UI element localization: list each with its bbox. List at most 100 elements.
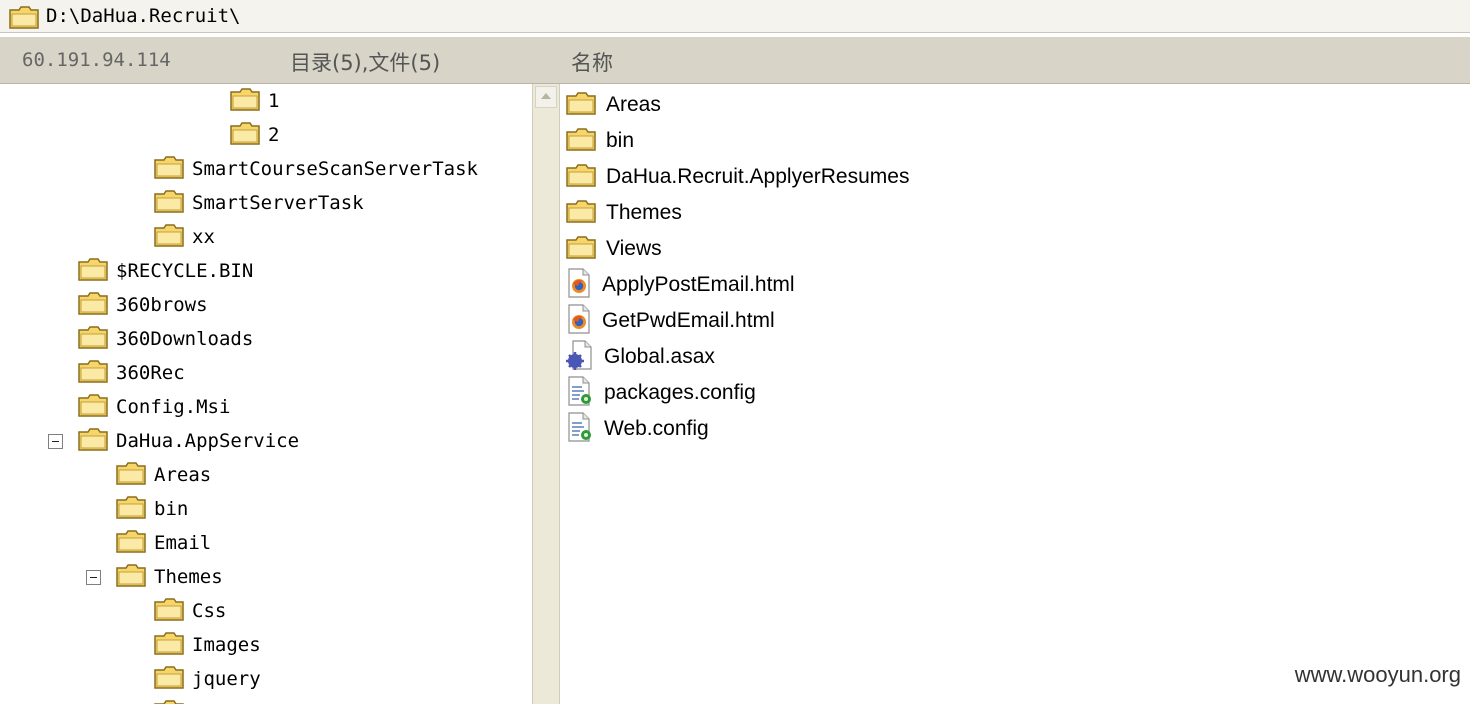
html-file-icon: [566, 304, 592, 338]
tree-item[interactable]: 360brows: [78, 288, 208, 322]
tree-item-label: SmartCourseScanServerTask: [192, 158, 478, 180]
scroll-up-button[interactable]: [535, 86, 557, 108]
html-file-icon: [566, 268, 592, 302]
tree-item[interactable]: bin: [116, 492, 188, 526]
tree-item-label: $RECYCLE.BIN: [116, 260, 254, 282]
folder-icon: [78, 290, 108, 320]
tree-item-label: DaHua.AppService: [116, 430, 300, 452]
tree-item[interactable]: Config.Msi: [78, 390, 230, 424]
path-text[interactable]: D:\DaHua.Recruit\: [46, 5, 240, 27]
file-name: Web.config: [604, 417, 709, 440]
file-list-item[interactable]: Themes: [566, 196, 682, 230]
tree-item-label: Areas: [154, 464, 212, 486]
folder-icon: [154, 222, 184, 252]
tree-item[interactable]: 2: [230, 118, 279, 152]
file-name: Global.asax: [604, 345, 715, 368]
file-name: bin: [606, 129, 635, 152]
folder-icon: [566, 126, 596, 156]
tree-item[interactable]: 1: [230, 84, 279, 118]
file-name: Areas: [606, 93, 661, 116]
folder-icon: [230, 86, 260, 116]
folder-icon: [116, 528, 146, 558]
tree-item[interactable]: Css: [154, 594, 226, 628]
tree-item[interactable]: $RECYCLE.BIN: [78, 254, 253, 288]
file-list-item[interactable]: Web.config: [566, 412, 709, 446]
tree-item[interactable]: xx: [154, 220, 215, 254]
tree-item-label: 2: [268, 124, 280, 146]
tree-item[interactable]: [154, 696, 192, 704]
tree-item[interactable]: 360Rec: [78, 356, 185, 390]
file-name: packages.config: [604, 381, 756, 404]
file-list-item[interactable]: GetPwdEmail.html: [566, 304, 775, 338]
file-list-item[interactable]: Global.asax: [566, 340, 715, 374]
folder-icon: [566, 90, 596, 120]
path-bar: D:\DaHua.Recruit\: [0, 0, 1470, 33]
tree-item[interactable]: jquery: [154, 662, 261, 696]
file-list-item[interactable]: ApplyPostEmail.html: [566, 268, 795, 302]
file-name: ApplyPostEmail.html: [602, 273, 795, 296]
folder-icon: [154, 154, 184, 184]
folder-icon: [78, 392, 108, 422]
folder-icon: [78, 256, 108, 286]
folder-icon: [154, 596, 184, 626]
tree-item-label: Email: [154, 532, 212, 554]
folder-icon: [154, 188, 184, 218]
tree-item-label: bin: [154, 498, 189, 520]
tree-item-label: xx: [192, 226, 215, 248]
file-name: Themes: [606, 201, 682, 224]
host-address: 60.191.94.114: [22, 49, 171, 71]
tree-item[interactable]: SmartServerTask: [154, 186, 364, 220]
tree-item-label: 360brows: [116, 294, 208, 316]
file-list-item[interactable]: DaHua.Recruit.ApplyerResumes: [566, 160, 909, 194]
folder-icon: [78, 324, 108, 354]
collapse-toggle[interactable]: [86, 570, 101, 585]
tree-item-label: jquery: [192, 668, 261, 690]
tree-item-label: Images: [192, 634, 261, 656]
watermark: www.wooyun.org: [1294, 662, 1461, 687]
asax-file-icon: [566, 340, 594, 374]
tree-item-label: 360Downloads: [116, 328, 254, 350]
folder-icon: [78, 358, 108, 388]
file-list-item[interactable]: Views: [566, 232, 662, 266]
folder-icon: [154, 630, 184, 660]
tree-item-label: Themes: [154, 566, 223, 588]
folder-icon: [154, 664, 184, 694]
folder-icon: [154, 698, 184, 704]
tree-item-label: 1: [268, 90, 280, 112]
config-file-icon: [566, 412, 594, 446]
folder-icon: [230, 120, 260, 150]
file-name: Views: [606, 237, 662, 260]
file-name: DaHua.Recruit.ApplyerResumes: [606, 165, 910, 188]
folder-icon: [78, 426, 108, 456]
tree-item[interactable]: Themes: [116, 560, 223, 594]
name-column-header[interactable]: 名称: [571, 47, 613, 77]
tree-item[interactable]: Areas: [116, 458, 211, 492]
folder-icon: [566, 198, 596, 228]
file-name: GetPwdEmail.html: [602, 309, 775, 332]
tree-item-label: 360Rec: [116, 362, 185, 384]
folder-icon: [566, 234, 596, 264]
tree-item[interactable]: 360Downloads: [78, 322, 253, 356]
collapse-toggle[interactable]: [48, 434, 63, 449]
tree-item-label: Css: [192, 600, 227, 622]
folder-tree[interactable]: 1 2 SmartCourseScanServerTask SmartServerTa…: [5, 84, 532, 704]
folder-icon: [116, 562, 146, 592]
folder-icon: [116, 460, 146, 490]
tree-item-label: SmartServerTask: [192, 192, 364, 214]
tree-item-label: Config.Msi: [116, 396, 231, 418]
folder-icon: [116, 494, 146, 524]
folder-icon: [9, 5, 39, 33]
tree-item[interactable]: DaHua.AppService: [78, 424, 299, 458]
config-file-icon: [566, 376, 594, 410]
file-list-item[interactable]: packages.config: [566, 376, 756, 410]
item-counts: 目录(5),文件(5): [290, 51, 441, 75]
column-header: 60.191.94.114 目录(5),文件(5) 名称: [0, 37, 1470, 84]
folder-icon: [566, 162, 596, 192]
file-list-item[interactable]: bin: [566, 124, 634, 158]
tree-scrollbar[interactable]: [532, 84, 560, 704]
file-list-item[interactable]: Areas: [566, 88, 661, 122]
tree-item[interactable]: Images: [154, 628, 261, 662]
file-list[interactable]: www.wooyun.org Areas bin DaHua.Recruit.App…: [562, 84, 1470, 704]
tree-item[interactable]: Email: [116, 526, 211, 560]
tree-item[interactable]: SmartCourseScanServerTask: [154, 152, 478, 186]
